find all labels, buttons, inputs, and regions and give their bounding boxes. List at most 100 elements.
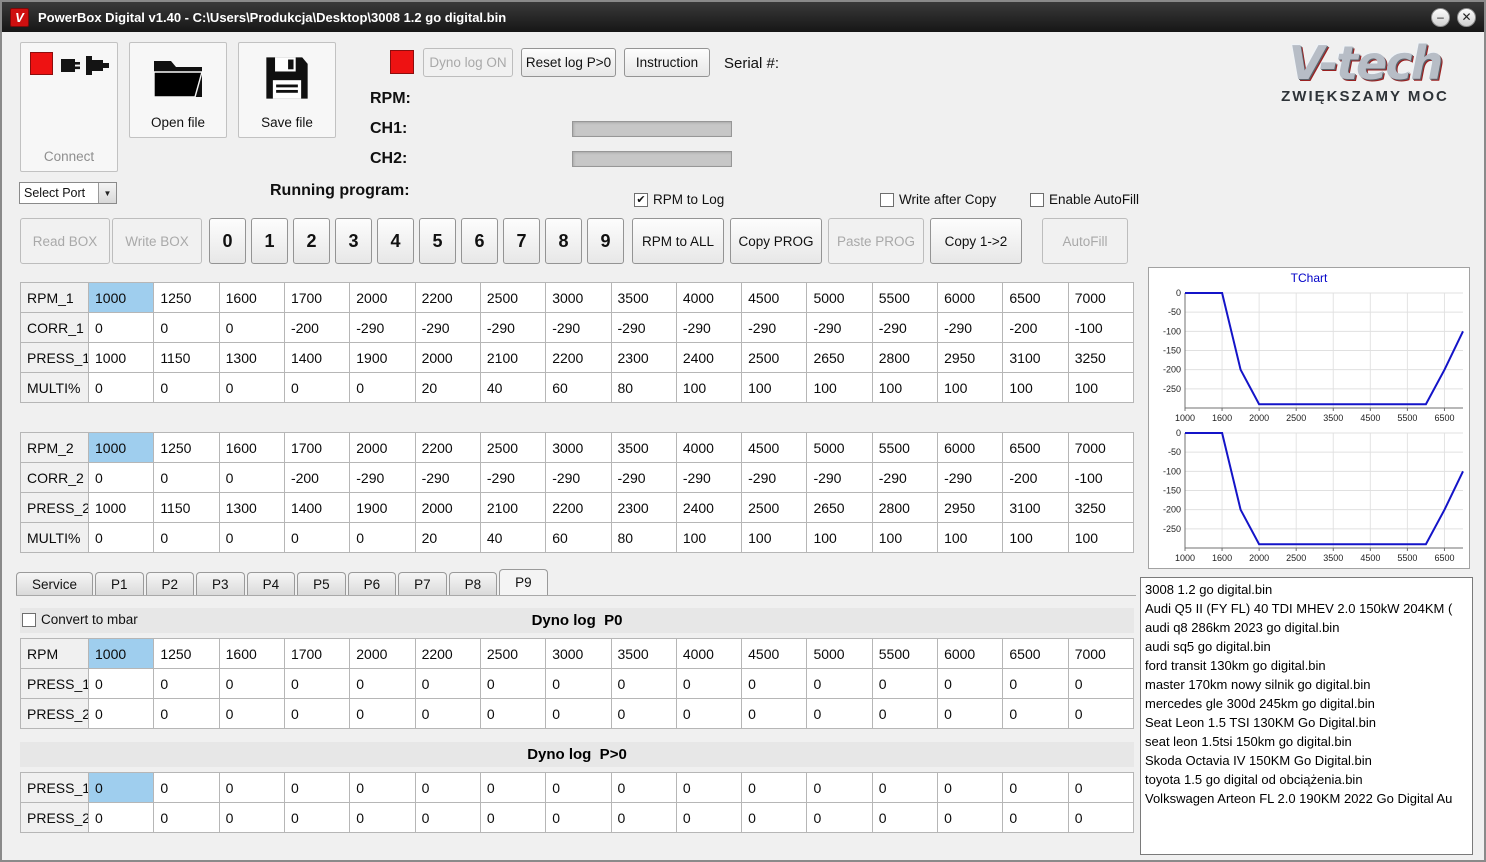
table-cell[interactable]: 3100 [1002, 342, 1069, 373]
table-cell[interactable]: 0 [479, 772, 547, 803]
table-cell[interactable]: 2500 [479, 638, 547, 669]
table-cell[interactable]: 2500 [479, 282, 547, 313]
table-cell[interactable]: 4000 [675, 282, 743, 313]
table-cell[interactable]: 1000 [87, 342, 155, 373]
table-cell[interactable]: 1600 [218, 432, 285, 463]
table-cell[interactable]: 4000 [675, 638, 743, 669]
table-cell[interactable]: 0 [283, 802, 351, 833]
program-button-5[interactable]: 5 [419, 218, 456, 264]
table-cell[interactable]: 1000 [87, 282, 155, 313]
table-cell[interactable]: 0 [87, 698, 155, 729]
table-cell[interactable]: 1250 [153, 432, 220, 463]
file-list-item[interactable]: audi sq5 go digital.bin [1142, 637, 1471, 656]
table-cell[interactable]: 0 [806, 772, 873, 803]
read-box-button[interactable]: Read BOX [20, 218, 110, 264]
table-cell[interactable]: 2500 [479, 432, 547, 463]
table-cell[interactable]: 2200 [414, 432, 481, 463]
table-cell[interactable]: 1900 [349, 342, 416, 373]
table-cell[interactable]: 0 [1067, 698, 1135, 729]
program-button-1[interactable]: 1 [251, 218, 288, 264]
minimize-button[interactable]: – [1431, 7, 1450, 27]
table-cell[interactable]: 5500 [871, 638, 939, 669]
table-cell[interactable]: 1000 [87, 492, 155, 523]
tab-p4[interactable]: P4 [246, 572, 296, 595]
table-cell[interactable]: 3000 [545, 638, 612, 669]
table-cell[interactable]: 2400 [675, 492, 743, 523]
table-cell[interactable]: 2800 [871, 342, 939, 373]
table-cell[interactable]: 4500 [741, 432, 808, 463]
table-cell[interactable]: 5500 [871, 432, 939, 463]
file-list-item[interactable]: seat leon 1.5tsi 150km go digital.bin [1142, 732, 1471, 751]
table-cell[interactable]: 0 [806, 668, 873, 699]
table-cell[interactable]: 0 [349, 372, 416, 403]
table-cell[interactable]: 1600 [218, 638, 285, 669]
table-cell[interactable]: 0 [218, 802, 285, 833]
table-cell[interactable]: -290 [871, 462, 939, 493]
table-cell[interactable]: 1250 [153, 638, 220, 669]
table-cell[interactable]: 100 [871, 372, 939, 403]
table-cell[interactable]: 2950 [937, 342, 1004, 373]
table-cell[interactable]: 0 [675, 802, 743, 833]
table-cell[interactable]: 0 [349, 802, 416, 833]
table-cell[interactable]: -200 [283, 312, 351, 343]
tab-p6[interactable]: P6 [347, 572, 397, 595]
table-cell[interactable]: 6500 [1002, 432, 1069, 463]
table-cell[interactable]: 0 [806, 802, 873, 833]
table-cell[interactable]: 0 [1067, 802, 1135, 833]
table-cell[interactable]: 0 [741, 698, 808, 729]
table-cell[interactable]: 20 [414, 372, 481, 403]
table-cell[interactable]: -100 [1067, 462, 1135, 493]
table-cell[interactable]: 100 [1002, 372, 1069, 403]
program-button-6[interactable]: 6 [461, 218, 498, 264]
table-cell[interactable]: 0 [349, 668, 416, 699]
table-cell[interactable]: 0 [283, 668, 351, 699]
reset-log-button[interactable]: Reset log P>0 [521, 48, 616, 77]
table-cell[interactable]: 0 [610, 802, 677, 833]
table-cell[interactable]: -200 [283, 462, 351, 493]
table-cell[interactable]: 3000 [545, 432, 612, 463]
table-cell[interactable]: 100 [1067, 372, 1135, 403]
table-cell[interactable]: 1400 [283, 492, 351, 523]
convert-to-mbar-checkbox[interactable]: Convert to mbar [22, 612, 138, 627]
table-cell[interactable]: 6000 [937, 282, 1004, 313]
table-cell[interactable]: 7000 [1067, 432, 1135, 463]
table-cell[interactable]: 2100 [479, 492, 547, 523]
table-cell[interactable]: 2100 [479, 342, 547, 373]
table-cell[interactable]: -290 [871, 312, 939, 343]
table-cell[interactable]: 0 [937, 698, 1004, 729]
program-button-9[interactable]: 9 [587, 218, 624, 264]
table-cell[interactable]: 2800 [871, 492, 939, 523]
table-cell[interactable]: 1600 [218, 282, 285, 313]
table-cell[interactable]: 0 [675, 668, 743, 699]
table-cell[interactable]: 0 [87, 312, 155, 343]
program-button-2[interactable]: 2 [293, 218, 330, 264]
table-cell[interactable]: 2000 [349, 638, 416, 669]
table-cell[interactable]: 100 [741, 522, 808, 553]
table-cell[interactable]: 100 [741, 372, 808, 403]
copy-1-to-2-button[interactable]: Copy 1->2 [930, 218, 1022, 264]
table-cell[interactable]: 0 [479, 698, 547, 729]
rpm-to-all-button[interactable]: RPM to ALL [632, 218, 724, 264]
table-cell[interactable]: -290 [414, 462, 481, 493]
table-cell[interactable]: 0 [1002, 698, 1069, 729]
table-cell[interactable]: 3500 [610, 638, 677, 669]
table-cell[interactable]: 0 [806, 698, 873, 729]
table-cell[interactable]: 0 [871, 698, 939, 729]
table-cell[interactable]: 6500 [1002, 282, 1069, 313]
table-cell[interactable]: 0 [153, 372, 220, 403]
table-cell[interactable]: 0 [87, 522, 155, 553]
table-cell[interactable]: -290 [806, 312, 873, 343]
table-cell[interactable]: 6000 [937, 432, 1004, 463]
paste-prog-button[interactable]: Paste PROG [828, 218, 924, 264]
close-button[interactable]: ✕ [1457, 7, 1476, 27]
table-cell[interactable]: 0 [741, 772, 808, 803]
table-cell[interactable]: -290 [937, 462, 1004, 493]
table-cell[interactable]: 2200 [414, 282, 481, 313]
table-cell[interactable]: 0 [414, 802, 481, 833]
table-cell[interactable]: 0 [871, 772, 939, 803]
table-cell[interactable]: 0 [153, 802, 220, 833]
table-cell[interactable]: 0 [610, 772, 677, 803]
table-cell[interactable]: 0 [283, 522, 351, 553]
table-cell[interactable]: 0 [1067, 772, 1135, 803]
table-cell[interactable]: 0 [479, 668, 547, 699]
